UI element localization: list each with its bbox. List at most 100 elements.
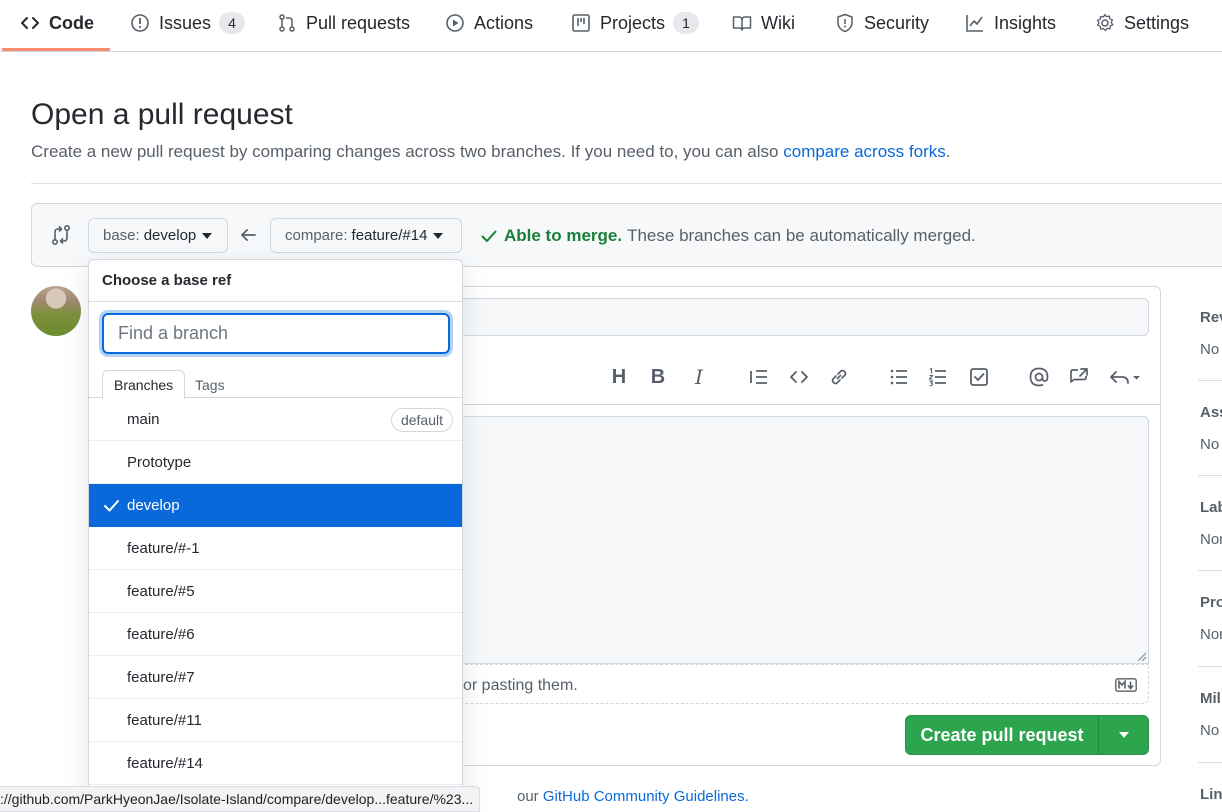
sidebar-divider bbox=[1198, 475, 1222, 476]
branch-item-feature-5[interactable]: feature/#5 bbox=[89, 570, 462, 613]
sidebar-divider bbox=[1198, 762, 1222, 763]
sidebar-heading: Lin bbox=[1200, 786, 1222, 803]
subtitle-end: . bbox=[945, 142, 951, 161]
active-tab-underline bbox=[2, 48, 110, 51]
shield-icon bbox=[837, 13, 853, 33]
reply-icon[interactable] bbox=[1108, 366, 1144, 388]
branch-item-feature-6[interactable]: feature/#6 bbox=[89, 613, 462, 656]
numbered-list-icon[interactable] bbox=[927, 366, 949, 388]
tab-label: Pull requests bbox=[306, 12, 411, 33]
base-branch-name: develop bbox=[143, 227, 197, 244]
base-ref-dropdown: Choose a base ref Branches Tags main def… bbox=[88, 259, 463, 812]
tab-security[interactable]: Security bbox=[835, 0, 929, 46]
sidebar-heading: Lab bbox=[1200, 499, 1222, 516]
sidebar-assignees[interactable]: Ass No bbox=[1200, 404, 1222, 453]
markdown-icon[interactable] bbox=[1115, 678, 1137, 692]
play-icon bbox=[446, 14, 464, 32]
branch-item-feature-7[interactable]: feature/#7 bbox=[89, 656, 462, 699]
subtitle-text: Create a new pull request by comparing c… bbox=[31, 142, 779, 161]
sidebar-labels[interactable]: Lab Nor bbox=[1200, 499, 1222, 548]
sidebar-projects[interactable]: Pro Nor bbox=[1200, 594, 1222, 643]
caret-down-icon bbox=[1118, 732, 1129, 738]
compare-branch-button[interactable]: compare: feature/#14 bbox=[270, 218, 462, 253]
link-preview-status-bar: ://github.com/ParkHyeonJae/Isolate-Islan… bbox=[0, 786, 481, 812]
sidebar-heading: Pro bbox=[1200, 594, 1222, 611]
tab-insights[interactable]: Insights bbox=[965, 0, 1056, 46]
sidebar-divider bbox=[1198, 380, 1222, 381]
tab-label: Insights bbox=[994, 12, 1057, 33]
tab-issues[interactable]: Issues 4 bbox=[130, 0, 246, 46]
bold-icon[interactable]: B bbox=[647, 366, 669, 388]
branch-name: main bbox=[127, 410, 160, 428]
compare-across-forks-link[interactable]: compare across forks bbox=[783, 142, 946, 161]
branch-item-develop[interactable]: develop bbox=[89, 484, 462, 527]
pr-body-textarea[interactable] bbox=[450, 416, 1149, 664]
mention-icon[interactable] bbox=[1028, 366, 1050, 388]
community-guidelines-link[interactable]: GitHub Community Guidelines. bbox=[543, 788, 749, 805]
branch-name: feature/#7 bbox=[127, 668, 195, 686]
branch-item-feature-14[interactable]: feature/#14 bbox=[89, 742, 462, 785]
tab-tags[interactable]: Tags bbox=[184, 370, 236, 399]
sidebar-heading: Mil bbox=[1200, 690, 1221, 707]
tab-settings[interactable]: Settings bbox=[1095, 0, 1189, 46]
base-branch-button[interactable]: base: develop bbox=[88, 218, 228, 253]
branch-name: develop bbox=[127, 496, 180, 514]
tab-wiki[interactable]: Wiki bbox=[732, 0, 795, 46]
heading-icon[interactable]: H bbox=[608, 366, 630, 388]
create-pull-request-button[interactable]: Create pull request bbox=[905, 715, 1099, 755]
tab-pull-requests[interactable]: Pull requests bbox=[277, 0, 410, 46]
sidebar-divider bbox=[1198, 570, 1222, 571]
branch-name: Prototype bbox=[127, 453, 192, 471]
branch-item-feature-11[interactable]: feature/#11 bbox=[89, 699, 462, 742]
merge-status: Able to merge. These branches can be aut… bbox=[480, 226, 976, 246]
italic-icon[interactable]: I bbox=[688, 366, 710, 388]
toolbar-divider bbox=[441, 404, 1160, 405]
branch-item-prototype[interactable]: Prototype bbox=[89, 441, 462, 484]
cross-reference-icon[interactable] bbox=[1068, 366, 1090, 388]
check-icon bbox=[481, 230, 497, 242]
sidebar-linked-issues[interactable]: Lin bbox=[1200, 786, 1222, 803]
bulleted-list-icon[interactable] bbox=[888, 366, 910, 388]
sidebar-milestone[interactable]: Mil No bbox=[1200, 690, 1222, 739]
tab-actions[interactable]: Actions bbox=[445, 0, 533, 46]
compare-prefix: compare: bbox=[285, 227, 348, 244]
page-title: Open a pull request bbox=[31, 98, 293, 131]
branch-name: feature/#11 bbox=[127, 711, 202, 729]
tab-branches[interactable]: Branches bbox=[102, 370, 186, 399]
sidebar-value: Nor bbox=[1200, 626, 1222, 643]
caret-down-icon bbox=[202, 232, 213, 239]
tab-projects[interactable]: Projects 1 bbox=[571, 0, 700, 46]
branch-item-main[interactable]: main default bbox=[89, 398, 462, 441]
tab-label: Settings bbox=[1124, 12, 1190, 33]
branch-item-feature-minus-1[interactable]: feature/#-1 bbox=[89, 527, 462, 570]
tab-label: Actions bbox=[474, 12, 534, 33]
default-branch-badge: default bbox=[390, 408, 453, 432]
ref-type-tabs: Branches Tags bbox=[89, 370, 462, 399]
avatar[interactable] bbox=[31, 286, 81, 336]
quote-icon[interactable] bbox=[748, 366, 770, 388]
sidebar-divider bbox=[1198, 666, 1222, 667]
tab-code[interactable]: Code bbox=[20, 0, 94, 46]
book-icon bbox=[732, 16, 752, 31]
pr-title-input[interactable] bbox=[450, 298, 1149, 336]
code-icon[interactable] bbox=[788, 366, 810, 388]
task-list-icon[interactable] bbox=[968, 366, 990, 388]
graph-icon bbox=[966, 15, 983, 32]
create-options-dropdown-button[interactable] bbox=[1098, 715, 1149, 755]
pull-request-icon bbox=[279, 14, 295, 32]
header-divider bbox=[31, 183, 1222, 184]
sidebar-value: No bbox=[1200, 722, 1220, 739]
tab-label: Issues bbox=[159, 12, 212, 33]
tab-label: Projects bbox=[600, 12, 666, 33]
base-prefix: base: bbox=[103, 227, 140, 244]
sidebar-value: No bbox=[1200, 436, 1220, 453]
tab-label: Security bbox=[864, 12, 930, 33]
branch-filter-input[interactable] bbox=[102, 313, 450, 354]
merge-status-text: These branches can be automatically merg… bbox=[627, 226, 976, 245]
caret-down-icon bbox=[433, 232, 444, 239]
branch-list: main default Prototype develop feature/#… bbox=[89, 398, 462, 785]
link-icon[interactable] bbox=[828, 366, 850, 388]
merge-ok-label: Able to merge. bbox=[504, 226, 623, 245]
resize-grip-icon[interactable] bbox=[1135, 650, 1147, 662]
sidebar-reviewers[interactable]: Rev No bbox=[1200, 309, 1222, 358]
